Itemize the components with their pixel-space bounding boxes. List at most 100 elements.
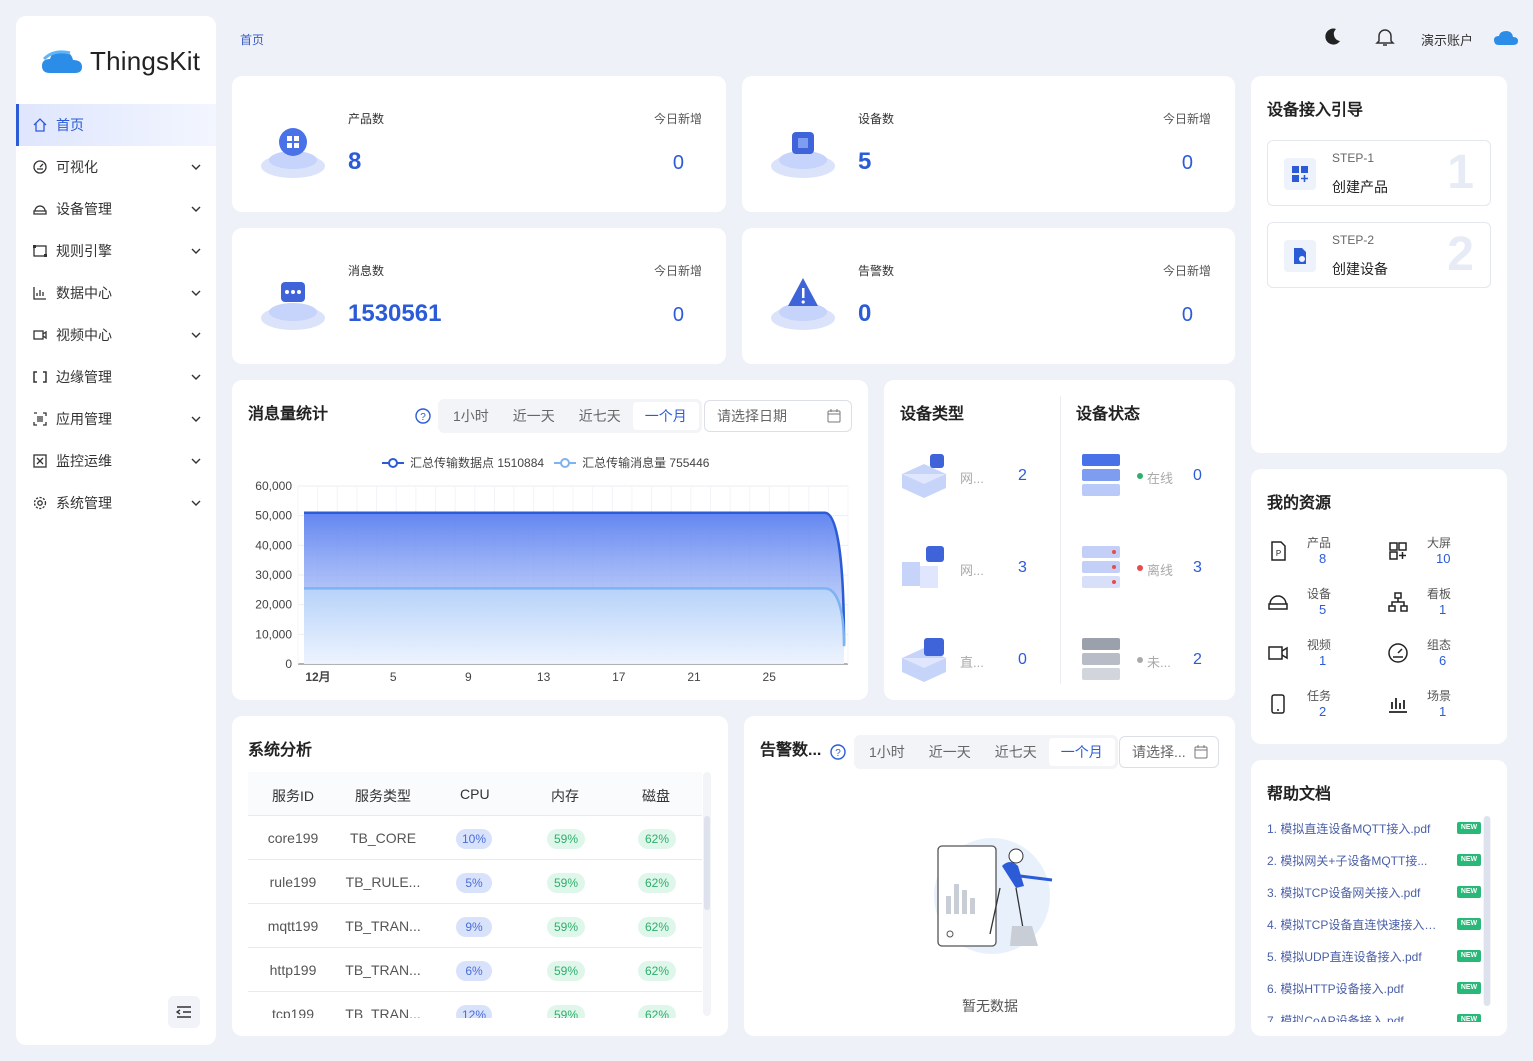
help-doc-link[interactable]: 7. 模拟CoAP设备接入.pdf — [1267, 1012, 1437, 1022]
product-icon[interactable]: P — [1267, 540, 1289, 562]
step-create-product[interactable]: STEP-1 创建产品 1 — [1267, 140, 1491, 206]
range-option[interactable]: 近七天 — [983, 738, 1049, 766]
device-status-count: 0 — [1193, 467, 1202, 484]
chevron-down-icon — [190, 328, 202, 340]
resource-label[interactable]: 产品 — [1307, 534, 1331, 551]
sidebar-item[interactable]: 应用管理 — [16, 398, 216, 440]
column-header[interactable]: 服务ID — [272, 786, 314, 806]
resource-label[interactable]: 大屏 — [1427, 534, 1451, 551]
message-date-picker[interactable]: 请选择日期 — [704, 400, 852, 432]
range-option[interactable]: 近七天 — [567, 402, 633, 430]
legend-label: 汇总传输数据点 1510884 — [410, 456, 545, 470]
step-create-device[interactable]: STEP-2 创建设备 2 — [1267, 222, 1491, 288]
system-analysis-title: 系统分析 — [248, 742, 313, 759]
help-scrollbar[interactable] — [1483, 816, 1491, 1006]
stat-new-label: 今日新增 — [1162, 112, 1211, 126]
device-status-count: 3 — [1193, 559, 1202, 576]
scrollbar-thumb[interactable] — [704, 816, 710, 910]
sidebar-item[interactable]: 数据中心 — [16, 272, 216, 314]
sidebar-item-label: 设备管理 — [56, 201, 112, 217]
step-name: 创建设备 — [1332, 261, 1388, 277]
resource-label[interactable]: 场景 — [1427, 687, 1451, 704]
sidebar-item[interactable]: 监控运维 — [16, 440, 216, 482]
legend-item[interactable]: 汇总传输数据点 1510884 — [382, 454, 544, 471]
logo[interactable]: ThingsKit — [40, 46, 200, 77]
stat-label: 产品数 — [348, 112, 385, 126]
legend-label: 汇总传输消息量 755446 — [582, 456, 710, 470]
board-icon[interactable] — [1387, 591, 1409, 613]
chevron-down-icon — [190, 370, 202, 382]
range-option-active[interactable]: 一个月 — [632, 402, 699, 430]
stat-new-value: 0 — [672, 152, 684, 174]
column-header[interactable]: 服务类型 — [355, 786, 411, 806]
sidebar-item-label: 可视化 — [56, 159, 98, 175]
sidebar-item[interactable]: 边缘管理 — [16, 356, 216, 398]
avatar[interactable] — [1493, 28, 1518, 50]
gauge-icon[interactable] — [1387, 642, 1409, 664]
help-doc-link[interactable]: 2. 模拟网关+子设备MQTT接... — [1267, 852, 1437, 869]
collapse-sidebar-button[interactable] — [168, 996, 200, 1028]
dark-mode-moon-icon[interactable] — [1321, 26, 1343, 48]
sidebar-item[interactable]: 规则引擎 — [16, 230, 216, 272]
device-type-count: 3 — [1018, 559, 1027, 576]
y-tick-label: 60,000 — [255, 479, 292, 493]
column-header[interactable]: 磁盘 — [642, 786, 670, 806]
help-doc-link[interactable]: 6. 模拟HTTP设备接入.pdf — [1267, 980, 1437, 997]
stat-value: 0 — [858, 300, 872, 327]
sidebar-item[interactable]: 设备管理 — [16, 188, 216, 230]
help-doc-link[interactable]: 3. 模拟TCP设备网关接入.pdf — [1267, 884, 1437, 901]
divider — [1060, 396, 1061, 684]
sidebar-item-label: 数据中心 — [56, 285, 112, 301]
sidebar-item-label: 系统管理 — [56, 495, 112, 511]
resource-label[interactable]: 视频 — [1307, 636, 1331, 653]
date-placeholder: 请选择... — [1132, 744, 1186, 760]
chevron-down-icon — [190, 202, 202, 214]
sidebar-item[interactable]: 首页 — [16, 104, 216, 146]
chevron-down-icon — [190, 286, 202, 298]
breadcrumb[interactable]: 首页 — [240, 31, 264, 48]
range-option[interactable]: 近一天 — [917, 738, 983, 766]
resource-count: 10 — [1436, 551, 1451, 566]
phone-icon[interactable] — [1267, 693, 1289, 715]
direct-device-iso-icon — [902, 638, 946, 682]
sidebar-item[interactable]: 系统管理 — [16, 482, 216, 524]
stat-new-label: 今日新增 — [1162, 264, 1211, 278]
device-icon[interactable] — [1267, 591, 1289, 613]
sidebar-item-label: 规则引擎 — [56, 243, 112, 259]
legend-item[interactable]: 汇总传输消息量 755446 — [554, 454, 709, 471]
x-tick-label: 17 — [612, 670, 626, 684]
sidebar-item[interactable]: 视频中心 — [16, 314, 216, 356]
bell-icon[interactable] — [1374, 26, 1396, 48]
calendar-icon — [1194, 745, 1208, 759]
table-scrollbar[interactable] — [703, 772, 711, 1016]
chevron-down-icon — [190, 244, 202, 256]
stat-label: 消息数 — [348, 264, 385, 278]
range-option[interactable]: 近一天 — [501, 402, 567, 430]
resource-label[interactable]: 设备 — [1307, 585, 1331, 602]
bar-chart-icon[interactable] — [1387, 693, 1409, 715]
resource-label[interactable]: 任务 — [1307, 687, 1331, 704]
resource-label[interactable]: 组态 — [1427, 636, 1451, 653]
resource-label[interactable]: 看板 — [1427, 585, 1451, 602]
help-doc-link[interactable]: 5. 模拟UDP直连设备接入.pdf — [1267, 948, 1437, 965]
scrollbar-thumb[interactable] — [1484, 816, 1490, 1006]
device-type-label: 网... — [960, 563, 984, 578]
range-option[interactable]: 1小时 — [441, 402, 501, 430]
message-count-card: 消息数 1530561 今日新增 0 — [232, 228, 726, 364]
help-doc-link[interactable]: 4. 模拟TCP设备直连快速接入.... — [1267, 916, 1437, 933]
range-option-active[interactable]: 一个月 — [1048, 738, 1115, 766]
gauge-icon — [32, 159, 48, 175]
device-type-count: 0 — [1018, 651, 1027, 668]
range-option[interactable]: 1小时 — [857, 738, 917, 766]
help-doc-link[interactable]: 1. 模拟直连设备MQTT接入.pdf — [1267, 820, 1437, 837]
help-icon[interactable]: ? — [830, 744, 846, 760]
screen-icon[interactable] — [1387, 540, 1409, 562]
video-icon[interactable] — [1267, 642, 1289, 664]
help-icon[interactable]: ? — [415, 408, 431, 424]
x-tick-label: 9 — [465, 670, 472, 684]
alarm-date-picker[interactable]: 请选择... — [1119, 736, 1219, 768]
column-header[interactable]: 内存 — [551, 786, 579, 806]
account-name[interactable]: 演示账户 — [1421, 30, 1473, 49]
column-header[interactable]: CPU — [460, 786, 490, 802]
sidebar-item[interactable]: 可视化 — [16, 146, 216, 188]
